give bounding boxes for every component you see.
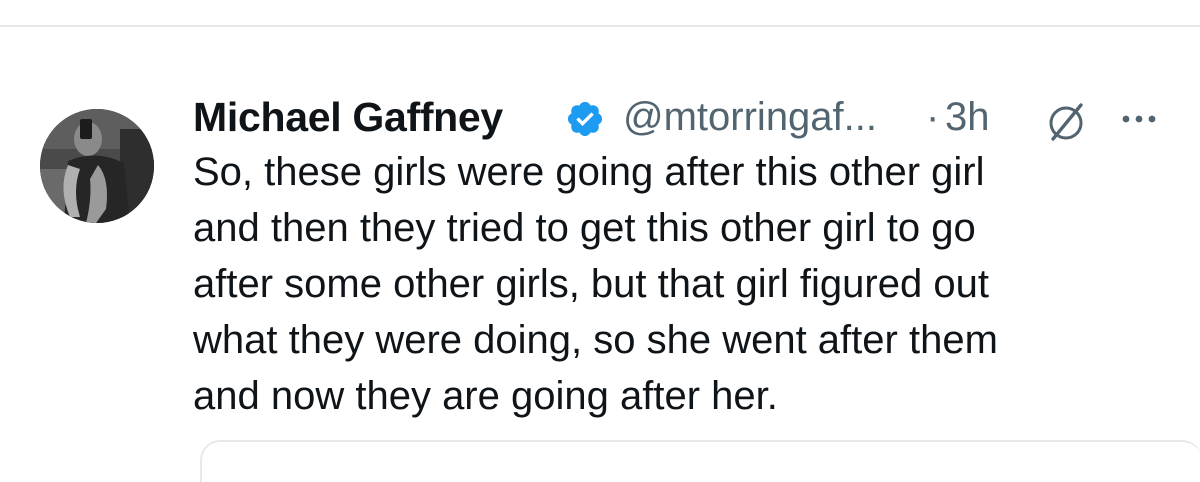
- avatar-photo: [40, 109, 154, 223]
- author-handle[interactable]: @mtorringaf...: [623, 89, 877, 145]
- tweet-text-line: So, these girls were going after this ot…: [193, 150, 985, 194]
- display-name[interactable]: Michael Gaffney: [193, 89, 503, 145]
- tweet[interactable]: Michael Gaffney @mtorringaf... · 3h So, …: [0, 27, 1200, 474]
- grok-icon[interactable]: [1045, 101, 1087, 143]
- more-horizontal-icon[interactable]: [1119, 107, 1159, 131]
- tweet-text-line: what they were doing, so she went after …: [193, 318, 998, 362]
- tweet-text: So, these girls were going after this ot…: [193, 144, 1183, 424]
- tweet-text-line: and now they are going after her.: [193, 374, 778, 418]
- timestamp[interactable]: 3h: [945, 89, 990, 145]
- embedded-card-edge[interactable]: [200, 440, 1200, 482]
- tweet-text-line: after some other girls, but that girl fi…: [193, 262, 989, 306]
- tweet-text-line: and then they tried to get this other gi…: [193, 206, 976, 250]
- separator-dot: ·: [926, 95, 940, 139]
- verified-badge-icon[interactable]: [565, 99, 605, 139]
- avatar[interactable]: [40, 109, 154, 223]
- tweet-header: Michael Gaffney @mtorringaf... · 3h: [193, 89, 1183, 145]
